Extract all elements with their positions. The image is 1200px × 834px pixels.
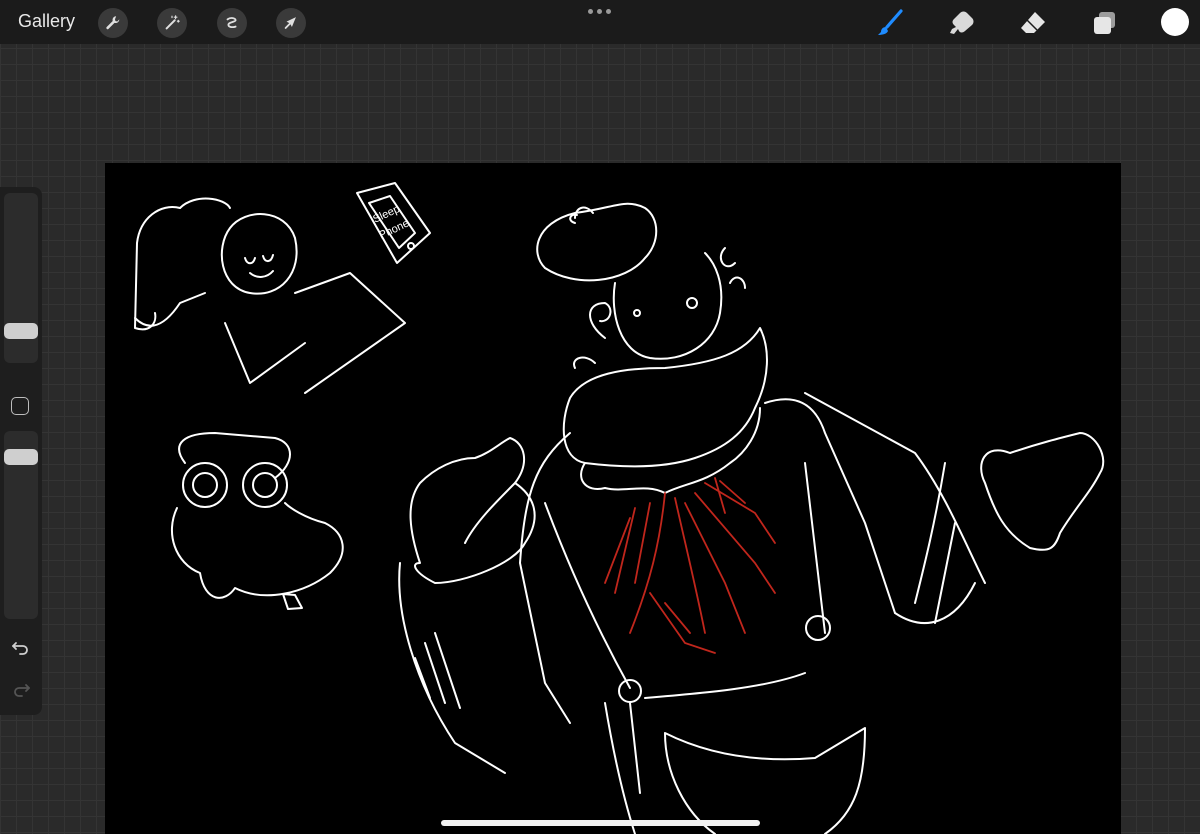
- brush-size-thumb[interactable]: [4, 323, 38, 339]
- modify-button[interactable]: [11, 397, 29, 415]
- eraser-icon[interactable]: [1017, 7, 1049, 39]
- color-picker-swatch[interactable]: [1161, 8, 1189, 36]
- layers-icon[interactable]: [1089, 7, 1121, 39]
- smudge-icon[interactable]: [946, 7, 978, 39]
- brush-icon[interactable]: [874, 7, 906, 39]
- gallery-button[interactable]: Gallery: [18, 11, 75, 32]
- top-toolbar: Gallery: [0, 0, 1200, 44]
- opacity-thumb[interactable]: [4, 449, 38, 465]
- side-toolbar: [0, 187, 42, 715]
- undo-icon[interactable]: [9, 635, 33, 659]
- sketch-artwork: Sleep Phone: [134, 182, 1105, 834]
- home-indicator: [441, 820, 760, 826]
- drawing-canvas[interactable]: Sleep Phone: [105, 163, 1121, 834]
- redo-icon[interactable]: [9, 677, 33, 701]
- more-dots-icon[interactable]: [588, 9, 612, 15]
- selection-icon[interactable]: [217, 8, 247, 38]
- arrow-cursor-icon[interactable]: [276, 8, 306, 38]
- magic-wand-icon[interactable]: [157, 8, 187, 38]
- wrench-icon[interactable]: [98, 8, 128, 38]
